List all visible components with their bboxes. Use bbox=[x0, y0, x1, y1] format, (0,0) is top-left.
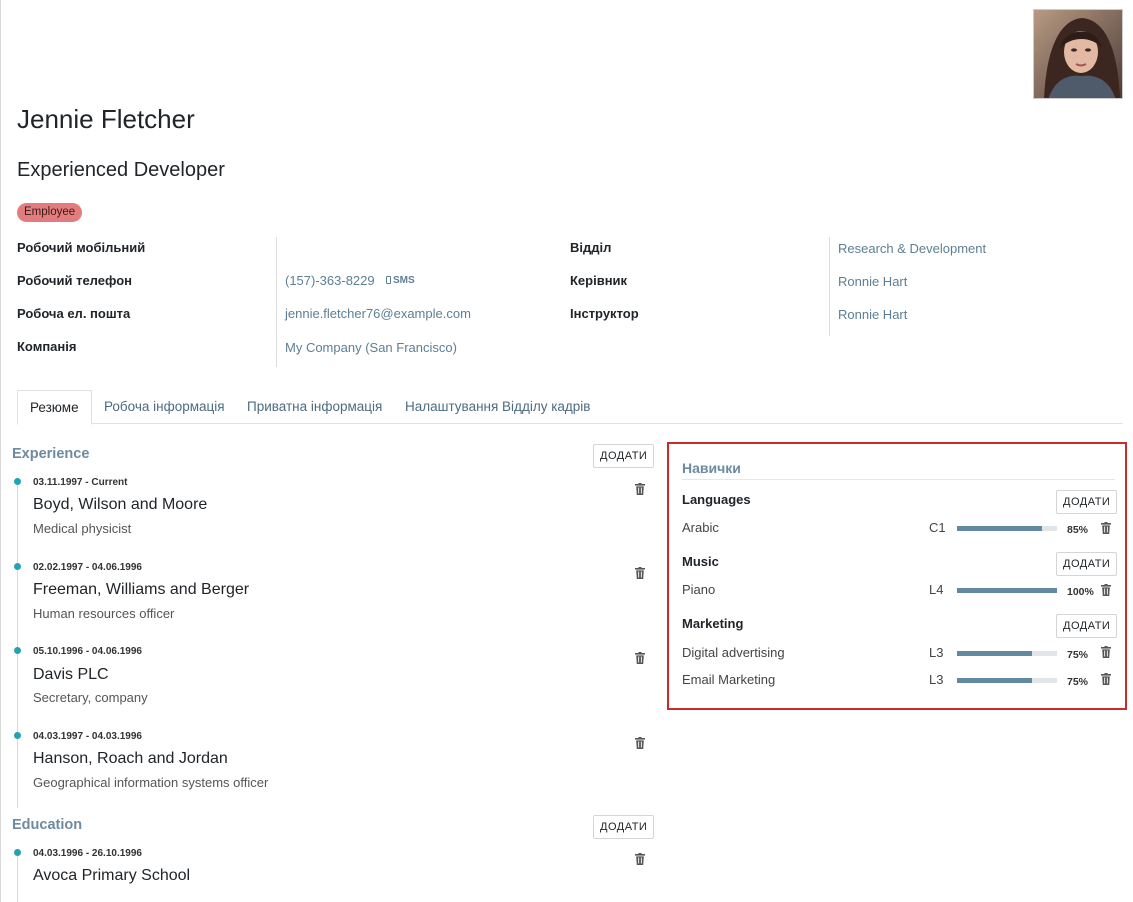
resume-line-title[interactable]: Davis PLC bbox=[33, 666, 109, 684]
sms-label: SMS bbox=[393, 275, 415, 286]
manager-label: Керівник bbox=[570, 273, 628, 288]
work-email-label: Робоча ел. пошта bbox=[17, 306, 131, 321]
tab-private-information[interactable]: Приватна інформація bbox=[235, 390, 394, 424]
skill-name[interactable]: Digital advertising bbox=[682, 645, 785, 660]
skill-progress-bar bbox=[957, 588, 1057, 593]
skill-progress-percent: 75% bbox=[1067, 649, 1089, 661]
skill-progress-percent: 85% bbox=[1067, 524, 1089, 536]
coach-field[interactable]: Ronnie Hart bbox=[838, 307, 907, 322]
trash-icon[interactable] bbox=[635, 567, 645, 579]
resume-line-date: 05.10.1996 - 04.06.1996 bbox=[33, 646, 142, 657]
resume-line-title[interactable]: Freeman, Williams and Berger bbox=[33, 581, 249, 599]
skill-progress-bar bbox=[957, 651, 1057, 656]
trash-icon[interactable] bbox=[635, 853, 645, 865]
education-timeline bbox=[17, 849, 18, 902]
trash-icon[interactable] bbox=[1101, 673, 1111, 685]
company-field[interactable]: My Company (San Francisco) bbox=[285, 340, 457, 355]
work-email-field[interactable]: jennie.fletcher76@example.com bbox=[285, 306, 471, 321]
skill-progress-bar bbox=[957, 526, 1057, 531]
department-field[interactable]: Research & Development bbox=[838, 241, 986, 256]
add-skill-languages-button[interactable]: ДОДАТИ bbox=[1056, 490, 1118, 514]
resume-line-date: 02.02.1997 - 04.06.1996 bbox=[33, 562, 142, 573]
resume-line-description: Secretary, company bbox=[33, 690, 148, 705]
employee-tag[interactable]: Employee bbox=[17, 203, 83, 222]
skill-type-languages: Languages bbox=[682, 492, 751, 507]
timeline-dot bbox=[14, 563, 21, 570]
experience-timeline bbox=[17, 478, 18, 808]
company-label: Компанія bbox=[17, 339, 77, 354]
skill-name[interactable]: Arabic bbox=[682, 520, 719, 535]
employee-avatar[interactable] bbox=[1033, 9, 1123, 99]
resume-line-description: Medical physicist bbox=[33, 521, 132, 536]
skills-divider bbox=[682, 479, 1115, 480]
skill-level: C1 bbox=[929, 520, 946, 535]
skill-progress-fill bbox=[957, 588, 1057, 593]
timeline-dot bbox=[14, 849, 21, 856]
skill-level: L3 bbox=[929, 645, 944, 660]
work-phone-field[interactable]: (157)-363-8229 bbox=[285, 273, 375, 288]
notebook-tabs: Резюме Робоча інформація Приватна інформ… bbox=[17, 390, 1123, 425]
skill-level: L4 bbox=[929, 582, 944, 597]
department-label: Відділ bbox=[570, 240, 612, 255]
resume-line-description: Human resources officer bbox=[33, 606, 175, 621]
trash-icon[interactable] bbox=[635, 737, 645, 749]
coach-label: Інструктор bbox=[570, 306, 639, 321]
skill-progress-percent: 100% bbox=[1067, 586, 1094, 598]
employee-name[interactable]: Jennie Fletcher bbox=[17, 104, 195, 135]
work-mobile-field[interactable] bbox=[285, 240, 545, 256]
resume-line-title[interactable]: Hanson, Roach and Jordan bbox=[33, 750, 228, 768]
timeline-dot bbox=[14, 647, 21, 654]
work-phone-label: Робочий телефон bbox=[17, 273, 132, 288]
manager-field[interactable]: Ronnie Hart bbox=[838, 274, 907, 289]
add-skill-marketing-button[interactable]: ДОДАТИ bbox=[1056, 614, 1118, 638]
skill-progress-fill bbox=[957, 651, 1032, 656]
resume-line-date: 04.03.1996 - 26.10.1996 bbox=[33, 848, 142, 859]
add-education-button[interactable]: ДОДАТИ bbox=[593, 815, 655, 839]
sms-button[interactable]: SMS bbox=[386, 275, 415, 286]
skill-name[interactable]: Piano bbox=[682, 582, 715, 597]
add-experience-button[interactable]: ДОДАТИ bbox=[593, 444, 655, 468]
skill-type-music: Music bbox=[682, 554, 719, 569]
trash-icon[interactable] bbox=[1101, 584, 1111, 596]
mobile-phone-icon bbox=[386, 276, 391, 284]
education-section-title: Education bbox=[12, 817, 83, 833]
timeline-dot bbox=[14, 478, 21, 485]
field-separator bbox=[276, 237, 277, 367]
job-title[interactable]: Experienced Developer bbox=[17, 159, 225, 182]
trash-icon[interactable] bbox=[1101, 522, 1111, 534]
skills-panel: Навички Languages ДОДАТИ Arabic C1 85% M… bbox=[667, 442, 1127, 710]
skill-progress-fill bbox=[957, 678, 1032, 683]
work-mobile-label: Робочий мобільний bbox=[17, 240, 146, 255]
left-border bbox=[0, 0, 1, 902]
trash-icon[interactable] bbox=[635, 483, 645, 495]
field-separator-right bbox=[829, 237, 830, 336]
skill-progress-percent: 75% bbox=[1067, 676, 1089, 688]
timeline-dot bbox=[14, 732, 21, 739]
skill-name[interactable]: Email Marketing bbox=[682, 672, 775, 687]
resume-line-date: 04.03.1997 - 04.03.1996 bbox=[33, 731, 142, 742]
experience-section-title: Experience bbox=[12, 446, 90, 462]
resume-line-title[interactable]: Avoca Primary School bbox=[33, 867, 190, 885]
skill-type-marketing: Marketing bbox=[682, 616, 744, 631]
trash-icon[interactable] bbox=[635, 652, 645, 664]
skill-progress-bar bbox=[957, 678, 1057, 683]
avatar-image bbox=[1034, 10, 1122, 98]
resume-line-description: Geographical information systems officer bbox=[33, 775, 269, 790]
add-skill-music-button[interactable]: ДОДАТИ bbox=[1056, 552, 1118, 576]
tab-resume[interactable]: Резюме bbox=[17, 390, 92, 425]
skill-progress-fill bbox=[957, 526, 1042, 531]
resume-line-title[interactable]: Boyd, Wilson and Moore bbox=[33, 496, 207, 514]
skills-title: Навички bbox=[682, 460, 741, 476]
skill-level: L3 bbox=[929, 672, 944, 687]
resume-line-date: 03.11.1997 - Current bbox=[33, 477, 128, 488]
tab-work-information[interactable]: Робоча інформація bbox=[92, 390, 237, 424]
tab-hr-settings[interactable]: Налаштування Відділу кадрів bbox=[393, 390, 602, 424]
trash-icon[interactable] bbox=[1101, 646, 1111, 658]
